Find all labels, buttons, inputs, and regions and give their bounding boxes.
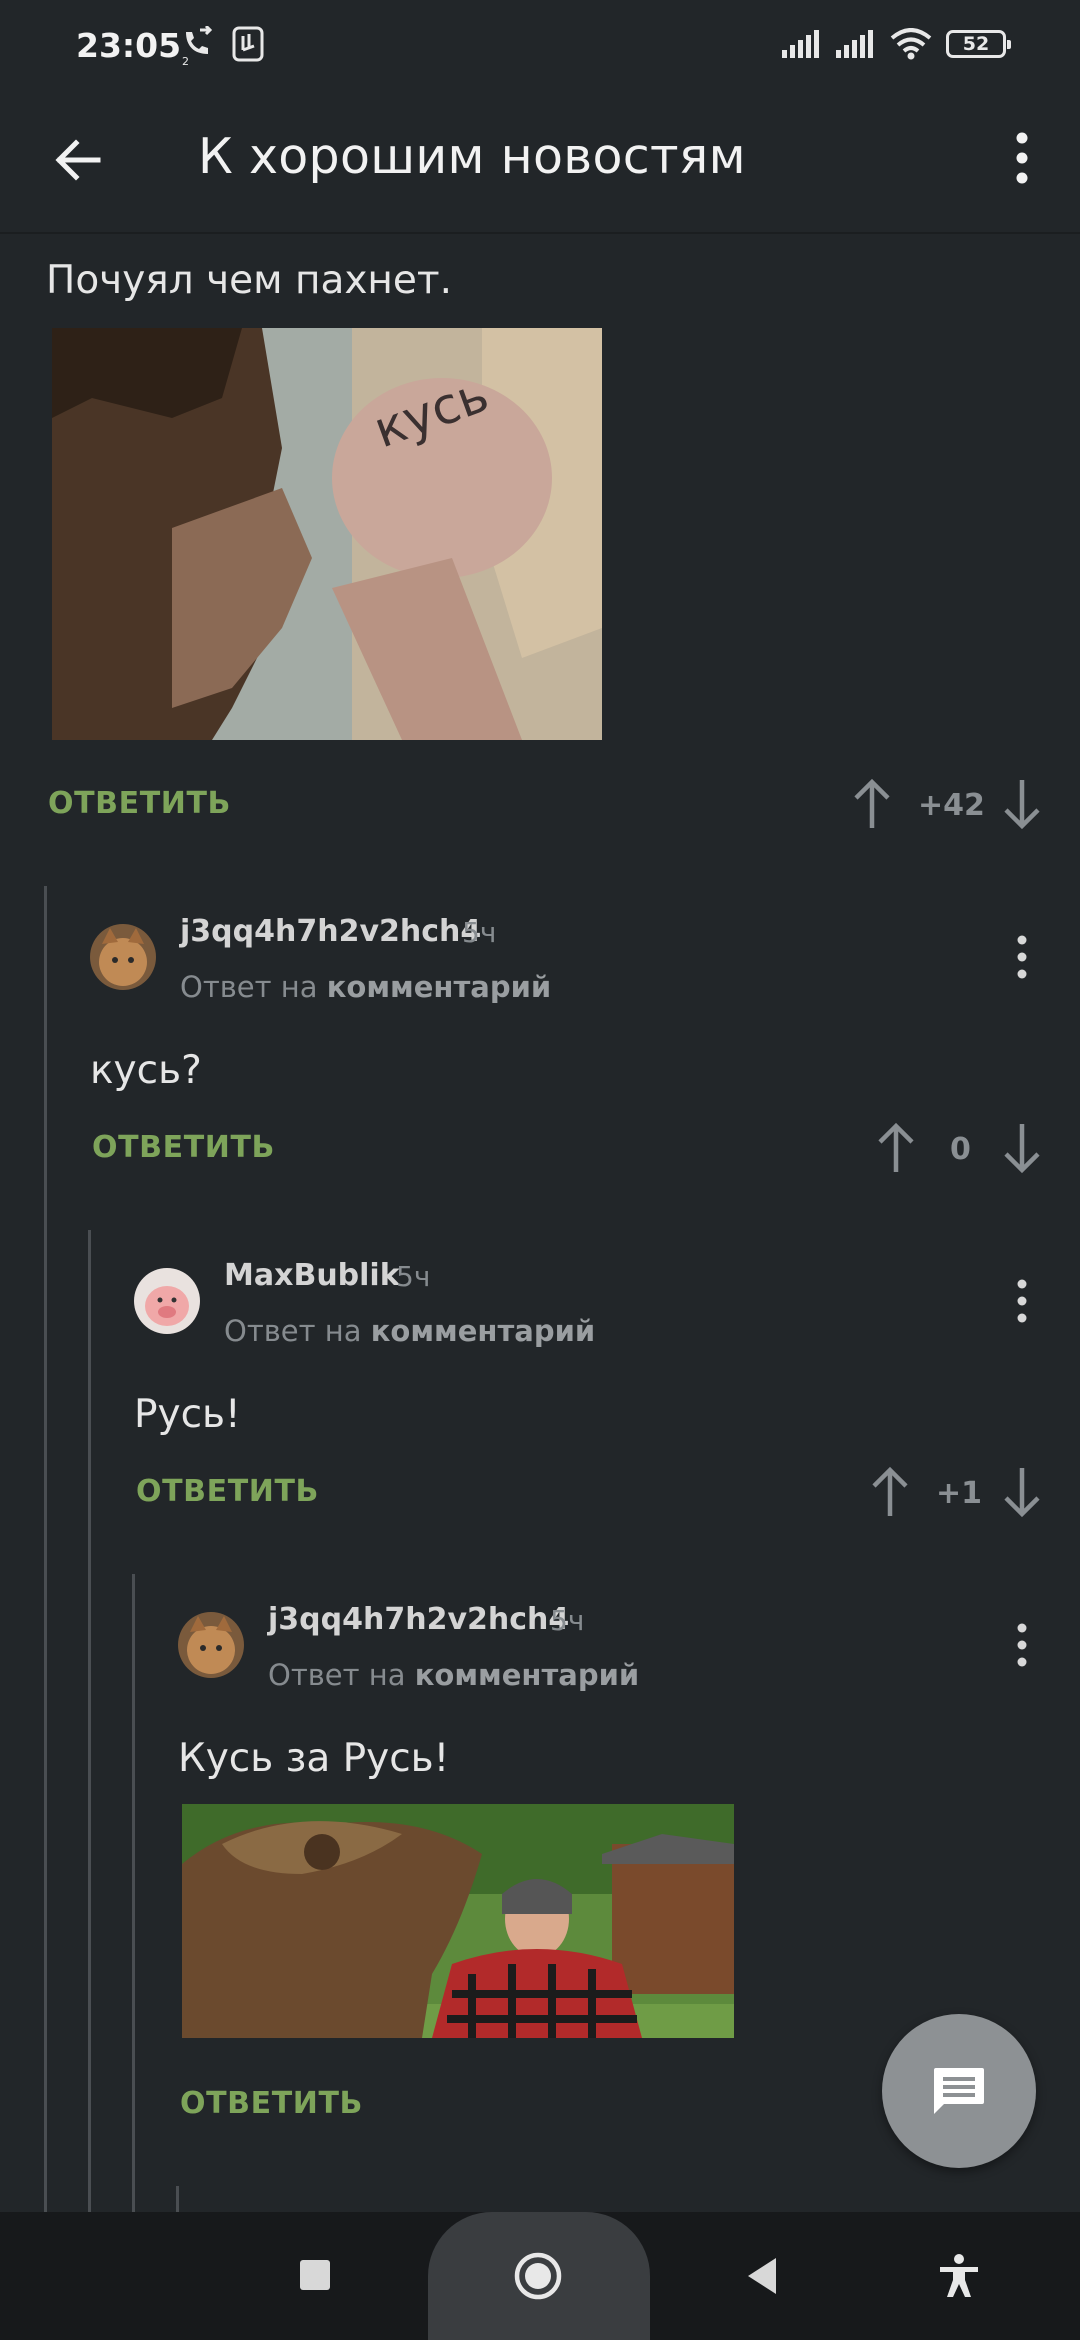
- comment-time: 5ч: [462, 916, 497, 949]
- thread-line-level-1: [44, 886, 47, 2212]
- thread-line-level-4: [176, 2186, 179, 2212]
- more-vert-icon[interactable]: [1007, 1620, 1037, 1670]
- post-image-picture: кусь: [52, 328, 602, 740]
- avatar[interactable]: [134, 1268, 200, 1334]
- comment-reply-button[interactable]: ОТВЕТИТЬ: [92, 1130, 275, 1165]
- recents-icon[interactable]: [298, 2258, 332, 2292]
- comment-score: 0: [950, 1132, 971, 1167]
- reply-to-prefix: Ответ на: [180, 970, 318, 1004]
- comment-reply-button[interactable]: ОТВЕТИТЬ: [136, 1474, 319, 1509]
- arrow-up-icon[interactable]: [876, 1122, 916, 1174]
- app-bar-divider: [0, 232, 1080, 234]
- comment-image[interactable]: [182, 1804, 734, 2038]
- battery-indicator: 52: [946, 30, 1011, 58]
- comment-text: Кусь за Русь!: [178, 1736, 450, 1781]
- reply-to-link[interactable]: комментарий: [327, 970, 552, 1004]
- comment-username[interactable]: j3qq4h7h2v2hch4: [180, 914, 481, 949]
- thread-line-level-3: [132, 1574, 135, 2212]
- comment-icon: [934, 2068, 984, 2114]
- comment-time: 5ч: [550, 1604, 585, 1637]
- more-vert-icon[interactable]: [1007, 932, 1037, 982]
- page-title: К хорошим новостям: [198, 128, 746, 185]
- comment-reply-to[interactable]: Ответ на комментарий: [224, 1314, 595, 1348]
- arrow-down-icon[interactable]: [1002, 1466, 1042, 1518]
- comment-text: кусь?: [90, 1048, 202, 1093]
- comment-reply-to[interactable]: Ответ на комментарий: [180, 970, 551, 1004]
- system-navigation-bar: [0, 2212, 1080, 2340]
- post-image[interactable]: кусь: [52, 328, 602, 740]
- status-time: 23:05: [76, 26, 182, 65]
- reply-to-link[interactable]: комментарий: [415, 1658, 640, 1692]
- arrow-up-icon[interactable]: [870, 1466, 910, 1518]
- comment-image-picture: [182, 1804, 734, 2038]
- status-notification-icons: 2: [180, 26, 266, 66]
- back-nav-icon[interactable]: [744, 2256, 778, 2296]
- arrow-down-icon[interactable]: [1002, 778, 1042, 830]
- signal-icon: [782, 30, 819, 58]
- home-icon[interactable]: [512, 2250, 564, 2302]
- thread-line-level-2: [88, 1230, 91, 2212]
- comment-username[interactable]: MaxBublik: [224, 1258, 400, 1293]
- call-forward-icon: 2: [182, 26, 213, 66]
- arrow-up-icon[interactable]: [852, 778, 892, 830]
- reply-to-prefix: Ответ на: [224, 1314, 362, 1348]
- accessibility-icon[interactable]: [938, 2254, 980, 2298]
- arrow-back-icon[interactable]: [50, 130, 110, 190]
- avatar[interactable]: [178, 1612, 244, 1678]
- write-comment-fab[interactable]: [882, 2014, 1036, 2168]
- more-vert-icon[interactable]: [1007, 1276, 1037, 1326]
- arrow-down-icon[interactable]: [1002, 1122, 1042, 1174]
- app-notification-icon: [232, 26, 264, 62]
- comment-score: +1: [936, 1476, 983, 1511]
- reply-to-prefix: Ответ на: [268, 1658, 406, 1692]
- status-system-icons: 52: [782, 28, 1011, 60]
- signal-icon-2: [836, 30, 873, 58]
- app-bar: К хорошим новостям: [0, 96, 1080, 232]
- post-score: +42: [918, 788, 985, 823]
- home-button-pill[interactable]: [428, 2212, 650, 2340]
- status-bar: 23:05 2 52: [0, 0, 1080, 96]
- comment-reply-to[interactable]: Ответ на комментарий: [268, 1658, 639, 1692]
- post-text: Почуял чем пахнет.: [46, 258, 453, 303]
- svg-text:2: 2: [182, 55, 189, 66]
- avatar[interactable]: [90, 924, 156, 990]
- reply-to-link[interactable]: комментарий: [371, 1314, 596, 1348]
- comment-text: Русь!: [134, 1392, 241, 1437]
- comment-time: 5ч: [396, 1260, 431, 1293]
- more-vert-icon[interactable]: [1002, 126, 1042, 190]
- comment-username[interactable]: j3qq4h7h2v2hch4: [268, 1602, 569, 1637]
- wifi-icon: [890, 28, 932, 60]
- comment-reply-button[interactable]: ОТВЕТИТЬ: [180, 2086, 363, 2121]
- post-reply-button[interactable]: ОТВЕТИТЬ: [48, 786, 231, 821]
